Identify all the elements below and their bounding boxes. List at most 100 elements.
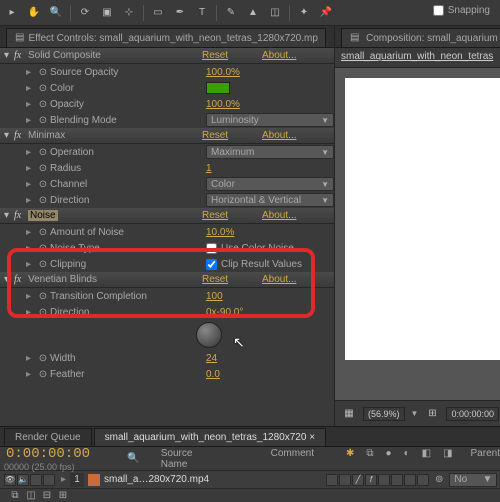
property-value[interactable]: 100.0% xyxy=(206,99,240,110)
property-value[interactable]: 100 xyxy=(206,291,223,302)
fx-col-icon[interactable]: ⧉ xyxy=(366,448,373,470)
solo-toggle-icon[interactable] xyxy=(30,474,42,486)
composition-viewer[interactable] xyxy=(335,70,500,400)
selection-tool-icon[interactable]: ▸ xyxy=(4,5,20,21)
stopwatch-icon[interactable]: ⊙ xyxy=(36,162,50,174)
fx-switch-icon[interactable]: f xyxy=(365,474,377,486)
pen-tool-icon[interactable]: ✒ xyxy=(172,5,188,21)
search-icon[interactable]: 🔍 xyxy=(126,451,141,467)
effect-name[interactable]: Venetian Blinds xyxy=(28,274,202,285)
composition-canvas[interactable] xyxy=(345,78,500,360)
stopwatch-icon[interactable]: ⊙ xyxy=(36,146,50,158)
stopwatch-icon[interactable]: ⊙ xyxy=(36,242,50,254)
twirl-icon[interactable]: ▸ xyxy=(26,307,36,318)
video-toggle-icon[interactable]: 👁 xyxy=(4,474,16,486)
reset-link[interactable]: Reset xyxy=(202,130,262,141)
fx-badge-icon[interactable]: fx xyxy=(14,50,28,61)
adj-switch-icon[interactable] xyxy=(404,474,416,486)
brush-tool-icon[interactable]: ✎ xyxy=(223,5,239,21)
color-swatch[interactable] xyxy=(206,82,230,94)
stopwatch-icon[interactable]: ⊙ xyxy=(36,306,50,318)
reset-link[interactable]: Reset xyxy=(202,210,262,221)
pickwhip-icon[interactable]: ⊚ xyxy=(435,474,443,485)
reset-link[interactable]: Reset xyxy=(202,50,262,61)
effect-header[interactable]: ▾fxVenetian BlindsResetAbout... xyxy=(0,272,334,288)
stopwatch-icon[interactable]: ⊙ xyxy=(36,290,50,302)
effect-name[interactable]: Minimax xyxy=(28,130,202,141)
fx-badge-icon[interactable]: fx xyxy=(14,130,28,141)
hand-tool-icon[interactable]: ✋ xyxy=(26,5,42,21)
col-comment[interactable]: Comment xyxy=(271,448,314,470)
timeline-layer-row[interactable]: 👁 🔈 ▸ 1 small_a…280x720.mp4 ╱ f ⊚ No▼ xyxy=(0,471,500,489)
twirl-icon[interactable]: ▸ xyxy=(26,259,36,270)
3d-col-icon[interactable]: ◨ xyxy=(443,448,452,470)
property-dropdown[interactable]: Horizontal & Vertical▼ xyxy=(206,193,334,207)
property-checkbox[interactable] xyxy=(206,259,217,270)
roto-tool-icon[interactable]: ✦ xyxy=(296,5,312,21)
property-value[interactable]: 0.0 xyxy=(206,369,220,380)
stopwatch-icon[interactable]: ⊙ xyxy=(36,114,50,126)
twirl-icon[interactable]: ▸ xyxy=(26,353,36,364)
about-link[interactable]: About... xyxy=(262,130,296,141)
lock-toggle-icon[interactable] xyxy=(43,474,55,486)
effect-name[interactable]: Noise xyxy=(28,210,202,221)
twirl-icon[interactable]: ▸ xyxy=(26,147,36,158)
composition-subtab[interactable]: small_aquarium_with_neon_tetras xyxy=(335,48,500,68)
twirl-icon[interactable]: ▸ xyxy=(26,369,36,380)
property-value[interactable]: 100.0% xyxy=(206,67,240,78)
rotate-tool-icon[interactable]: ⟳ xyxy=(77,5,93,21)
about-link[interactable]: About... xyxy=(262,210,296,221)
chevron-down-icon[interactable]: ▼ xyxy=(411,409,419,418)
quality-switch-icon[interactable]: ╱ xyxy=(352,474,364,486)
stopwatch-icon[interactable]: ⊙ xyxy=(36,66,50,78)
fx-badge-icon[interactable]: fx xyxy=(14,274,28,285)
timecode-display[interactable]: 0:00:00:00 xyxy=(0,446,120,462)
layer-expand-icon[interactable]: ▸ xyxy=(61,474,66,485)
stopwatch-icon[interactable]: ⊙ xyxy=(36,352,50,364)
twirl-icon[interactable]: ▾ xyxy=(4,130,14,141)
twirl-icon[interactable]: ▾ xyxy=(4,210,14,221)
stamp-tool-icon[interactable]: ▲ xyxy=(245,5,261,21)
col-source[interactable]: Source Name xyxy=(161,448,199,470)
adj-col-icon[interactable]: ◧ xyxy=(422,448,431,470)
twirl-icon[interactable]: ▸ xyxy=(26,115,36,126)
res-icon[interactable]: ⊞ xyxy=(424,406,440,422)
twirl-icon[interactable]: ▸ xyxy=(26,243,36,254)
stopwatch-icon[interactable]: ⊙ xyxy=(36,178,50,190)
stopwatch-icon[interactable]: ⊙ xyxy=(36,82,50,94)
twirl-icon[interactable]: ▸ xyxy=(26,291,36,302)
twirl-icon[interactable]: ▸ xyxy=(26,99,36,110)
stopwatch-icon[interactable]: ⊙ xyxy=(36,226,50,238)
property-value[interactable]: 0x-90.0° xyxy=(206,307,243,318)
effect-header[interactable]: ▾fxNoiseResetAbout... xyxy=(0,208,334,224)
3d-switch-icon[interactable] xyxy=(417,474,429,486)
zoom-display[interactable]: (56.9%) xyxy=(363,407,405,421)
stopwatch-icon[interactable]: ⊙ xyxy=(36,194,50,206)
layer-color-chip[interactable] xyxy=(88,474,100,486)
twirl-icon[interactable]: ▸ xyxy=(26,227,36,238)
anchor-tool-icon[interactable]: ⊹ xyxy=(121,5,137,21)
frame-blend-switch-icon[interactable] xyxy=(378,474,390,486)
puppet-tool-icon[interactable]: 📌 xyxy=(318,5,334,21)
about-link[interactable]: About... xyxy=(262,274,296,285)
switch-icon[interactable]: ✱ xyxy=(346,448,354,470)
audio-toggle-icon[interactable]: 🔈 xyxy=(17,474,29,486)
twirl-icon[interactable]: ▸ xyxy=(26,179,36,190)
collapse-switch-icon[interactable] xyxy=(339,474,351,486)
composition-tab[interactable]: ▤ Composition: small_aquarium xyxy=(341,28,500,47)
stopwatch-icon[interactable]: ⊙ xyxy=(36,98,50,110)
direction-dial[interactable] xyxy=(196,322,222,348)
layer-name[interactable]: small_a…280x720.mp4 xyxy=(104,474,254,485)
comp-time-display[interactable]: 0:00:00:00 xyxy=(446,407,499,421)
effect-name[interactable]: Solid Composite xyxy=(28,50,202,61)
about-link[interactable]: About... xyxy=(262,50,296,61)
twirl-icon[interactable]: ▸ xyxy=(26,83,36,94)
effect-controls-tab[interactable]: ▤ Effect Controls: small_aquarium_with_n… xyxy=(6,28,326,47)
twirl-icon[interactable]: ▸ xyxy=(26,163,36,174)
reset-link[interactable]: Reset xyxy=(202,274,262,285)
twirl-icon[interactable]: ▸ xyxy=(26,195,36,206)
snapping-toggle[interactable]: Snapping xyxy=(433,5,490,16)
property-value[interactable]: 1 xyxy=(206,163,212,174)
twirl-icon[interactable]: ▾ xyxy=(4,274,14,285)
shape-tool-icon[interactable]: ▭ xyxy=(150,5,166,21)
